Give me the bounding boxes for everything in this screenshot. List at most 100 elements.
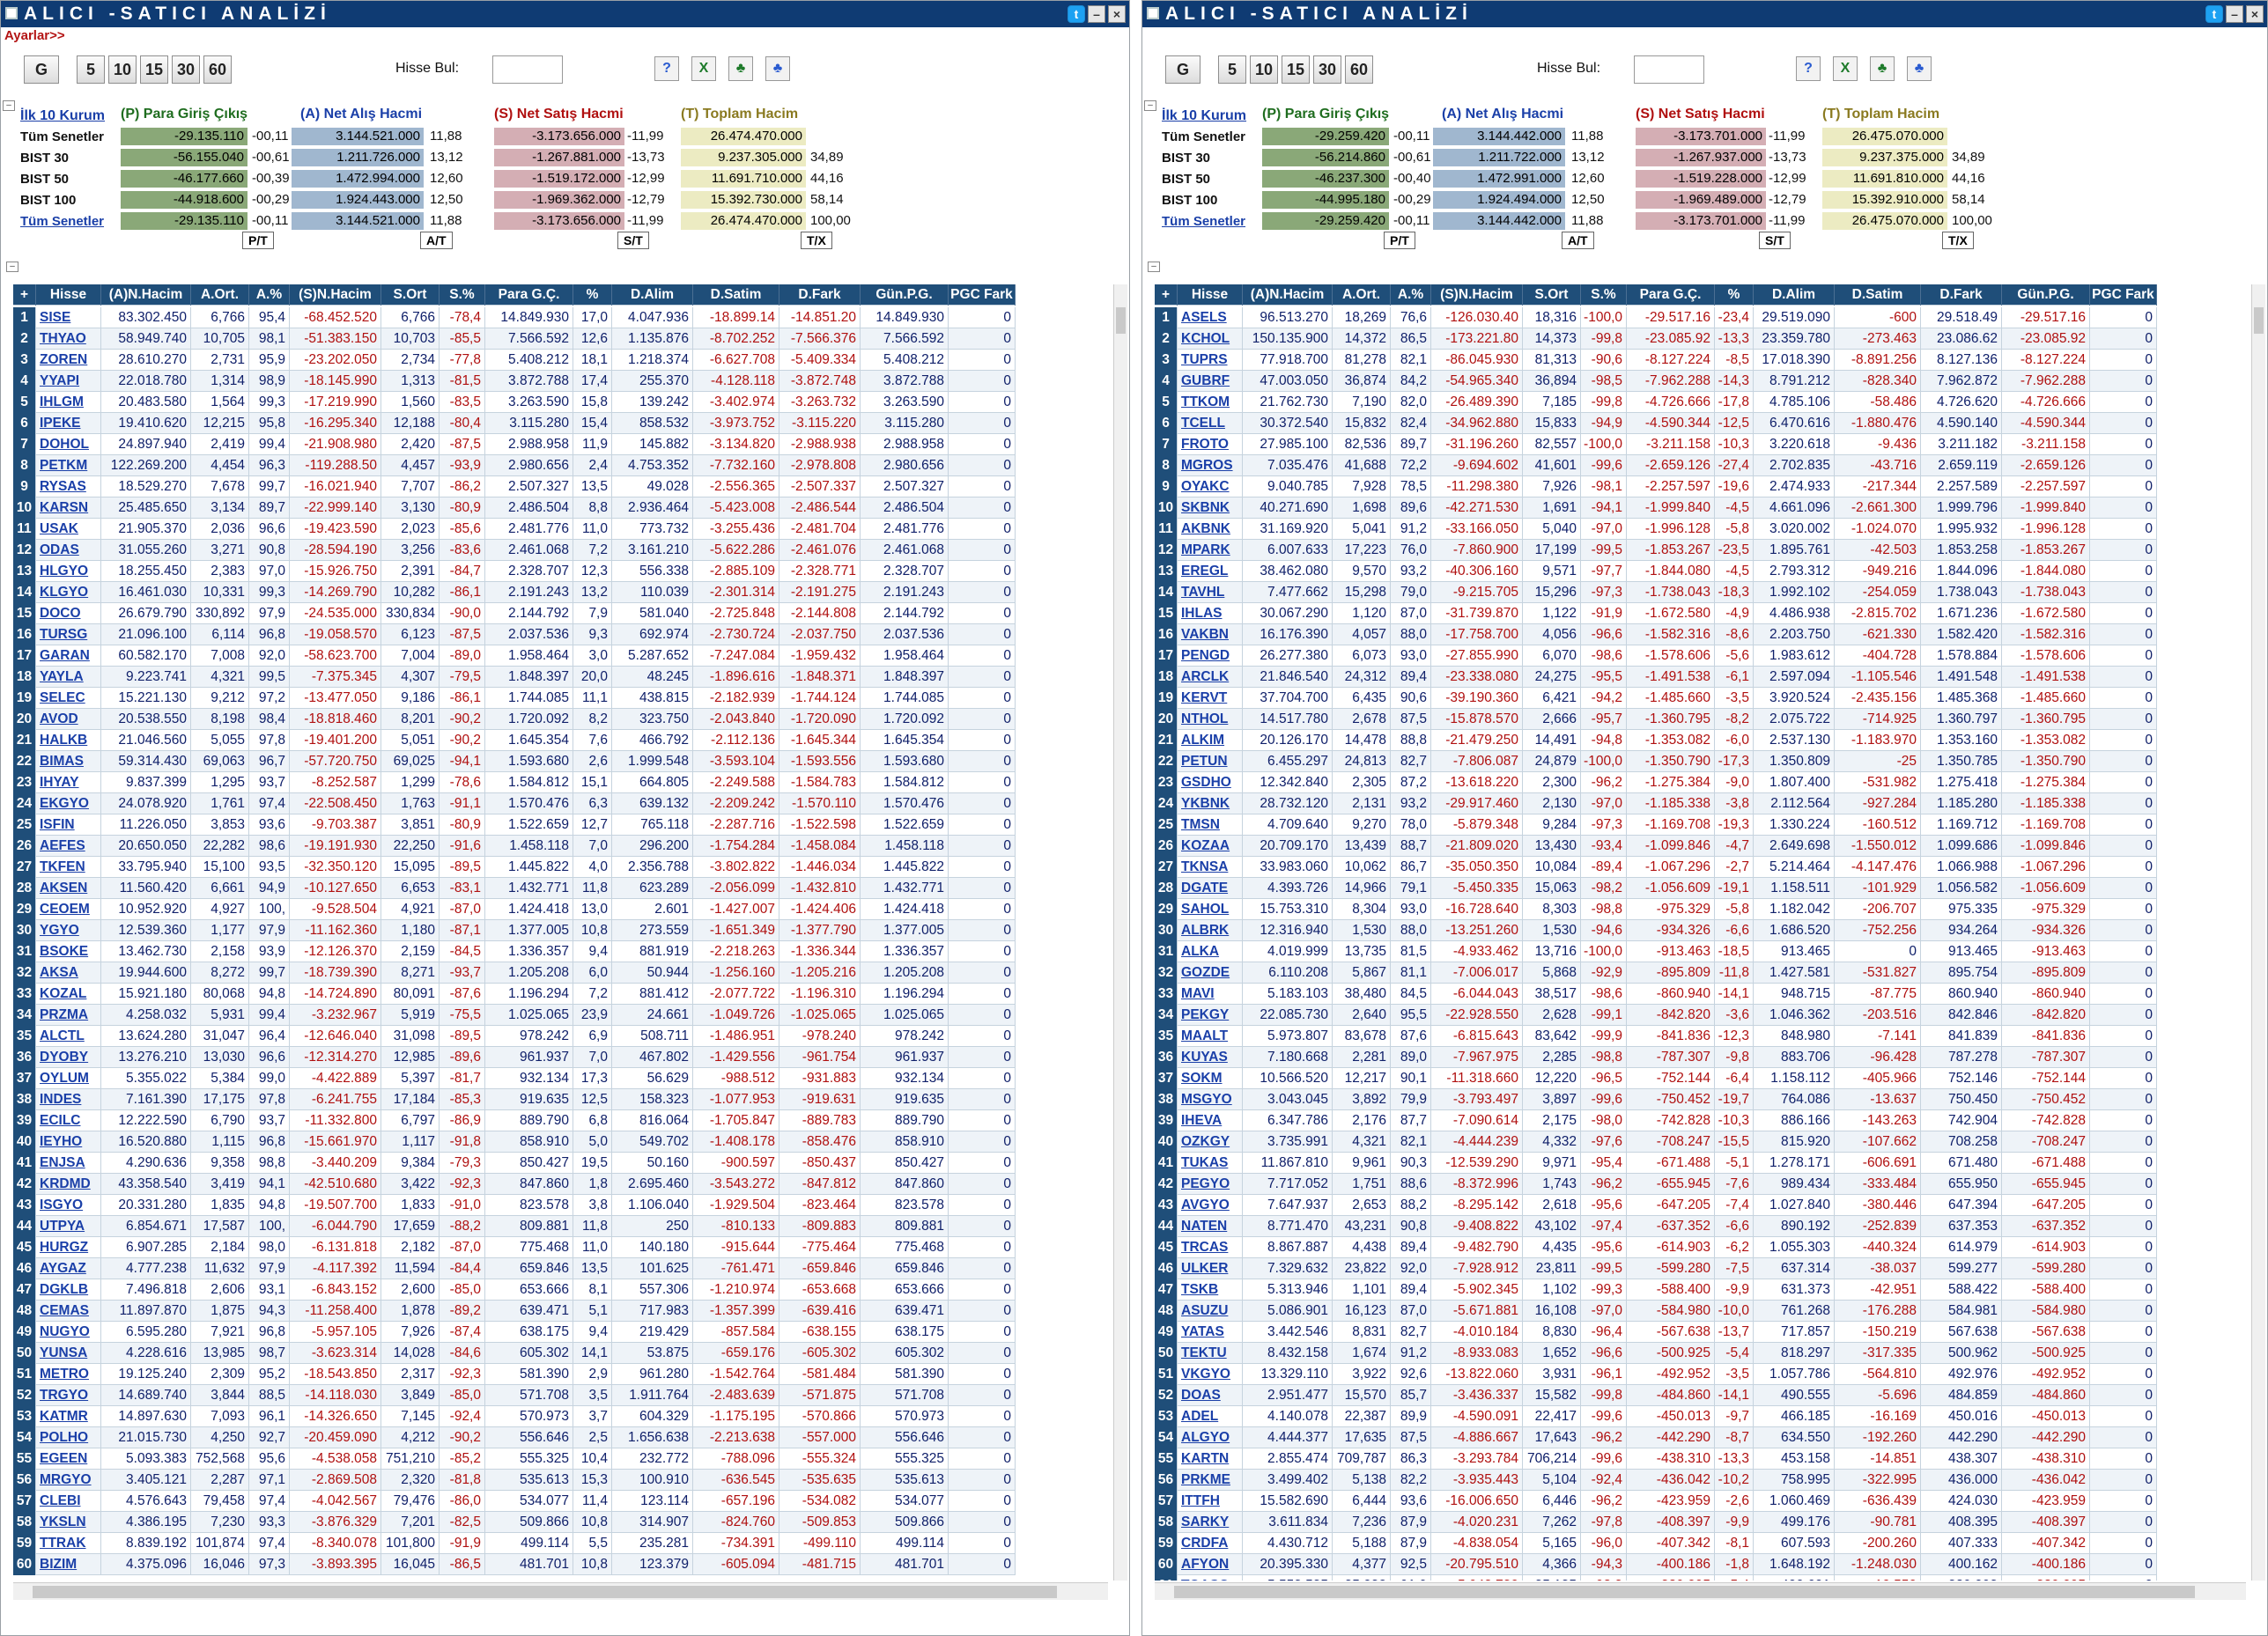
cell-hisse[interactable]: ULKER [1178,1258,1243,1279]
col-header-11[interactable]: D.Satim [693,284,779,306]
table-row[interactable]: 48 ASUZU 5.086.901 16,123 87,0 -5.671.881 16,1… [1155,1301,2157,1322]
table-row[interactable]: 1 SISE 83.302.450 6,766 95,4 -68.452.520 6,766… [13,307,1016,328]
cell-hisse[interactable]: ADEL [1178,1406,1243,1427]
cell-hisse[interactable]: AFYON [1178,1554,1243,1575]
table-row[interactable]: 40 IEYHO 16.520.880 1,115 96,8 -15.661.970 1,1… [13,1131,1016,1153]
cell-hisse[interactable]: SARKY [1178,1512,1243,1533]
cell-hisse[interactable]: SELEC [36,688,101,709]
table-row[interactable]: 21 HALKB 21.046.560 5,055 97,8 -19.401.200 5,0… [13,730,1016,751]
table-row[interactable]: 27 TKNSA 33.983.060 10,062 86,7 -35.050.350 10… [1155,857,2157,878]
table-row[interactable]: 22 PETUN 6.455.297 24,813 82,7 -7.806.087 24,8… [1155,751,2157,772]
cell-hisse[interactable]: ISFIN [36,814,101,836]
cell-hisse[interactable]: TKNSA [1178,857,1243,878]
cell-hisse[interactable]: YATAS [1178,1322,1243,1343]
cell-hisse[interactable]: IHYAY [36,772,101,793]
cell-hisse[interactable]: TUPRS [1178,350,1243,371]
cell-hisse[interactable]: MPARK [1178,540,1243,561]
table-row[interactable]: 35 MAALT 5.973.807 83,678 87,6 -6.815.643 83,6… [1155,1026,2157,1047]
cell-hisse[interactable]: CEOEM [36,899,101,920]
grid-collapse-icon[interactable]: – [6,262,18,272]
table-row[interactable]: 58 SARKY 3.611.834 7,236 87,9 -4.020.231 7,262… [1155,1512,2157,1533]
table-row[interactable]: 61TOASO5.553.53535.03291.9-5.943.73035.1… [1155,1575,2157,1581]
table-row[interactable]: 26 KOZAA 20.709.170 13,439 88,7 -21.809.020 13… [1155,836,2157,857]
cell-hisse[interactable]: TURSG [36,624,101,645]
cell-hisse[interactable]: ALCTL [36,1026,101,1047]
col-header-7[interactable]: S.% [440,284,485,306]
period-button-5[interactable]: 5 [1218,55,1246,84]
cell-hisse[interactable]: NTHOL [1178,709,1243,730]
cell-hisse[interactable]: INDES [36,1089,101,1110]
cell-hisse[interactable]: ARCLK [1178,667,1243,688]
table-row[interactable]: 17 GARAN 60.582.170 7,008 92,0 -58.623.700 7,0… [13,645,1016,667]
scroll-thumb[interactable] [33,1586,1057,1598]
period-button-60[interactable]: 60 [203,55,232,84]
twitter-icon[interactable]: t [1068,5,1085,23]
table-row[interactable]: 31 BSOKE 13.462.730 2,158 93,9 -12.126.370 2,1… [13,941,1016,962]
table-row[interactable]: 46 ULKER 7.329.632 23,822 92,0 -7.928.912 23,8… [1155,1258,2157,1279]
cell-hisse[interactable]: BSOKE [36,941,101,962]
table-row[interactable]: 48 CEMAS 11.897.870 1,875 94,3 -11.258.400 1,8… [13,1301,1016,1322]
table-row[interactable]: 50 YUNSA 4.228.616 13,985 98,7 -3.623.314 14,0… [13,1343,1016,1364]
table-row[interactable]: 49 NUGYO 6.595.280 7,921 96,8 -5.957.105 7,926… [13,1322,1016,1343]
table-row[interactable]: 3 TUPRS 77.918.700 81,278 82,1 -86.045.930 81,… [1155,350,2157,371]
cell-hisse[interactable]: TCELL [1178,413,1243,434]
cell-hisse[interactable]: VKGYO [1178,1364,1243,1385]
cell-hisse[interactable]: KOZAA [1178,836,1243,857]
summary-label[interactable]: Tüm Senetler [20,214,104,229]
table-row[interactable]: 18 YAYLA 9.223.741 4,321 99,5 -7.375.345 4,307… [13,667,1016,688]
table-row[interactable]: 10 SKBNK 40.271.690 1,698 89,6 -42.271.530 1,6… [1155,497,2157,519]
table-row[interactable]: 55 KARTN 2.855.474 709,787 86,3 -3.293.784 706… [1155,1448,2157,1470]
table-row[interactable]: 19 KERVT 37.704.700 6,435 90,6 -39.190.360 6,4… [1155,688,2157,709]
table-row[interactable]: 15 IHLAS 30.067.290 1,120 87,0 -31.739.870 1,1… [1155,603,2157,624]
table-row[interactable]: 43 ISGYO 20.331.280 1,835 94,8 -19.507.700 1,8… [13,1195,1016,1216]
col-header-2[interactable]: (A)N.Hacim [101,284,191,306]
cell-hisse[interactable]: PRZMA [36,1005,101,1026]
table-row[interactable]: 44 UTPYA 6.854.671 17,587 100, -6.044.790 17,6… [13,1216,1016,1237]
cell-hisse[interactable]: KUYAS [1178,1047,1243,1068]
table-row[interactable]: 1 ASELS 96.513.270 18,269 76,6 -126.030.40 18,… [1155,307,2157,328]
table-row[interactable]: 51 METRO 19.125.240 2,309 95,2 -18.543.850 2,3… [13,1364,1016,1385]
cell-hisse[interactable]: PETUN [1178,751,1243,772]
period-button-10[interactable]: 10 [108,55,137,84]
search-input[interactable] [492,55,563,84]
table-row[interactable]: 22 BIMAS 59.314.430 69,063 96,7 -57.720.750 69… [13,751,1016,772]
table-row[interactable]: 4 YYAPI 22.018.780 1,314 98,9 -18.145.990 1,31… [13,371,1016,392]
table-row[interactable]: 49 YATAS 3.442.546 8,831 82,7 -4.010.184 8,830… [1155,1322,2157,1343]
cell-hisse[interactable]: PRKME [1178,1470,1243,1491]
cell-hisse[interactable]: AEFES [36,836,101,857]
col-header-12[interactable]: D.Fark [779,284,861,306]
cell-hisse[interactable]: MSGYO [1178,1089,1243,1110]
settings-icon[interactable]: ♣ [1907,56,1932,81]
collapse-icon[interactable]: – [1144,100,1156,111]
table-row[interactable]: 42 PEGYO 7.717.052 1,751 88,6 -8.372.996 1,743… [1155,1174,2157,1195]
cell-hisse[interactable]: ZOREN [36,350,101,371]
cell-hisse[interactable]: CLEBI [36,1491,101,1512]
period-button-5[interactable]: 5 [77,55,105,84]
cell-hisse[interactable]: YKSLN [36,1512,101,1533]
cell-hisse[interactable]: MAVI [1178,984,1243,1005]
cell-hisse[interactable]: KATMR [36,1406,101,1427]
table-row[interactable]: 32 GOZDE 6.110.208 5,867 81,1 -7.006.017 5,868… [1155,962,2157,984]
cell-hisse[interactable]: EKGYO [36,793,101,814]
close-button[interactable]: × [1108,5,1126,23]
cell-hisse[interactable]: YUNSA [36,1343,101,1364]
cell-hisse[interactable]: KARTN [1178,1448,1243,1470]
table-row[interactable]: 3 ZOREN 28.610.270 2,731 95,9 -23.202.050 2,73… [13,350,1016,371]
cell-hisse[interactable]: TKFEN [36,857,101,878]
table-row[interactable]: 53 ADEL 4.140.078 22,387 89,9 -4.590.091 22,41… [1155,1406,2157,1427]
table-row[interactable]: 36 KUYAS 7.180.668 2,281 89,0 -7.967.975 2,285… [1155,1047,2157,1068]
col-header-5[interactable]: (S)N.Hacim [290,284,381,306]
cell-hisse[interactable]: HURGZ [36,1237,101,1258]
cell-hisse[interactable]: ODAS [36,540,101,561]
table-row[interactable]: 14 TAVHL 7.477.662 15,298 79,0 -9.215.705 15,2… [1155,582,2157,603]
cell-hisse[interactable]: YYAPI [36,371,101,392]
table-row[interactable]: 6 IPEKE 19.410.620 12,215 95,8 -16.295.340 12,… [13,413,1016,434]
period-button-60[interactable]: 60 [1345,55,1373,84]
cell-hisse[interactable]: IEYHO [36,1131,101,1153]
table-row[interactable]: 20 NTHOL 14.517.780 2,678 87,5 -15.878.570 2,6… [1155,709,2157,730]
cell-hisse[interactable]: ITTFH [1178,1491,1243,1512]
cell-hisse[interactable]: EGEEN [36,1448,101,1470]
excel-icon[interactable]: X [691,56,716,81]
col-header-10[interactable]: D.Alim [612,284,693,306]
cell-hisse[interactable]: BIZIM [36,1554,101,1575]
